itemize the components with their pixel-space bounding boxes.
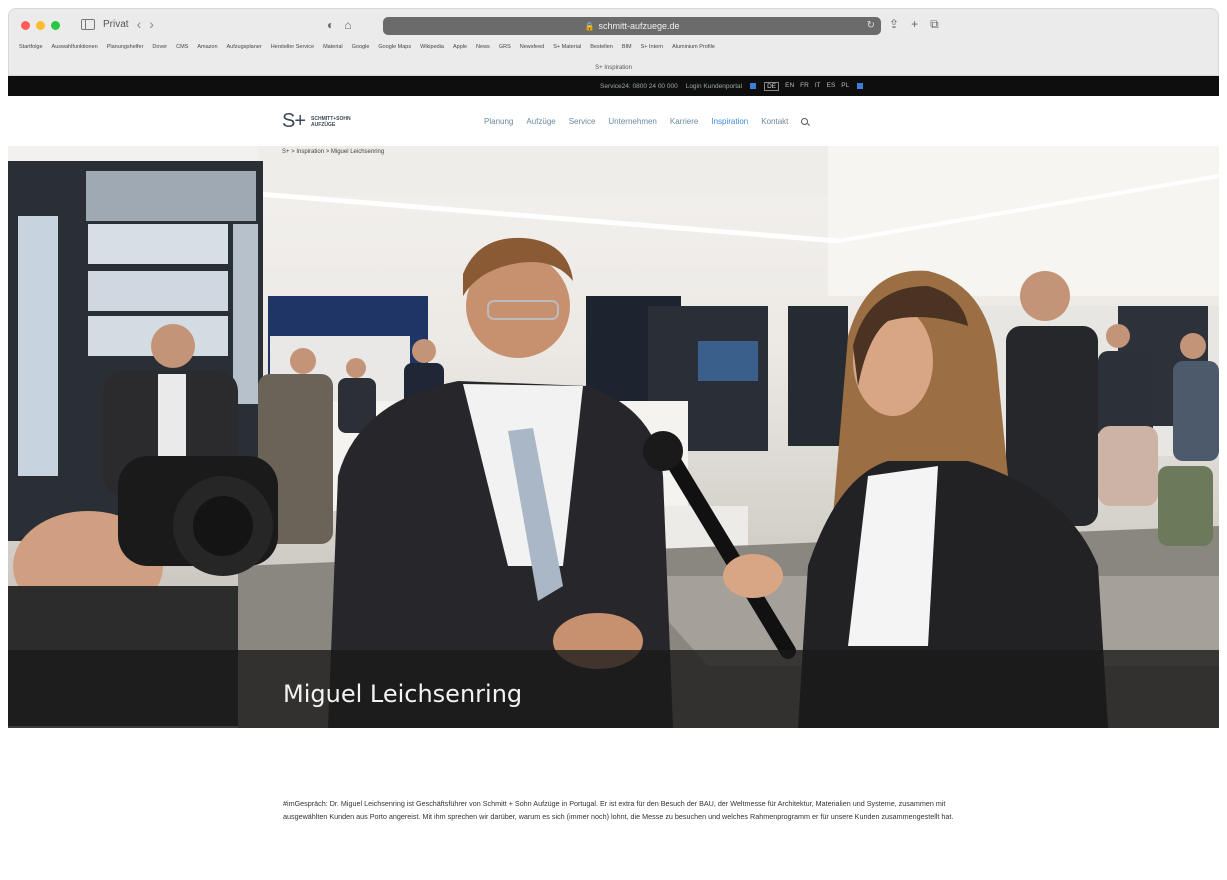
login-link[interactable]: Login Kundenportal bbox=[686, 83, 742, 90]
bookmark-item[interactable]: Hersteller Service bbox=[271, 44, 314, 50]
address-bar[interactable]: 🔒 schmitt-aufzuege.de ↻ bbox=[383, 17, 881, 35]
bookmark-item[interactable]: Aufzugsplaner bbox=[227, 44, 262, 50]
lock-icon: 🔒 bbox=[584, 21, 595, 31]
hero-photo bbox=[8, 146, 1219, 728]
language-fr[interactable]: FR bbox=[800, 82, 809, 91]
reload-icon[interactable]: ↻ bbox=[867, 20, 875, 31]
breadcrumb[interactable]: S+ > Inspiration > Miguel Leichsenring bbox=[282, 149, 384, 155]
back-icon[interactable]: ‹ bbox=[137, 17, 142, 31]
toolbar-right: ⇪ + ⧉ bbox=[889, 17, 939, 32]
language-en[interactable]: EN bbox=[785, 82, 794, 91]
forward-icon[interactable]: › bbox=[149, 17, 154, 31]
language-de[interactable]: DE bbox=[764, 81, 780, 91]
nav-item-unternehmen[interactable]: Unternehmen bbox=[608, 117, 656, 126]
toolbar-left: Privat ‹ › bbox=[81, 17, 154, 31]
bookmarks-subtitle[interactable]: S+ Inspiration bbox=[9, 65, 1218, 71]
login-icon bbox=[750, 83, 757, 89]
hero-image: S+ > Inspiration > Miguel Leichsenring M… bbox=[8, 146, 1219, 728]
language-pl[interactable]: PL bbox=[841, 82, 849, 91]
nav-item-service[interactable]: Service bbox=[569, 117, 596, 126]
bookmark-item[interactable]: CMS bbox=[176, 44, 188, 50]
intro-paragraph: #imGespräch: Dr. Miguel Leichsenring ist… bbox=[283, 799, 954, 821]
bookmark-item[interactable]: Material bbox=[323, 44, 343, 50]
bookmark-item[interactable]: Aluminium Profile bbox=[672, 44, 715, 50]
nav-item-karriere[interactable]: Karriere bbox=[670, 117, 698, 126]
bookmark-item[interactable]: Auswahlfunktionen bbox=[52, 44, 98, 50]
browser-window-chrome: Privat ‹ › ◐ ⌂ 🔒 schmitt-aufzuege.de ↻ ⇪… bbox=[8, 8, 1219, 76]
close-window-button[interactable] bbox=[21, 21, 30, 30]
bookmark-item[interactable]: Wikipedia bbox=[420, 44, 444, 50]
logo-line-2: AUFZÜGE bbox=[311, 121, 336, 128]
toolbar-mid: ◐ ⌂ bbox=[327, 18, 352, 32]
bookmark-item[interactable]: S+ Material bbox=[553, 44, 581, 50]
logo-line-1: SCHMITT+SOHN bbox=[311, 115, 351, 122]
logo[interactable]: S+ SCHMITT+SOHN AUFZÜGE bbox=[282, 110, 351, 133]
bookmark-item[interactable]: Dover bbox=[152, 44, 167, 50]
nav-item-kontakt[interactable]: Kontakt bbox=[761, 117, 788, 126]
bookmark-item[interactable]: Google bbox=[352, 44, 370, 50]
sidebar-toggle-icon[interactable] bbox=[81, 18, 95, 30]
service-bar: Service24: 0800 24 00 000 Login Kundenpo… bbox=[8, 76, 1219, 96]
bookmark-item[interactable]: Amazon bbox=[197, 44, 217, 50]
nav-item-aufzge[interactable]: Aufzüge bbox=[526, 117, 555, 126]
new-tab-icon[interactable]: + bbox=[911, 17, 918, 32]
bookmark-item[interactable]: GRS bbox=[499, 44, 511, 50]
privacy-report-icon[interactable]: ◐ bbox=[327, 18, 334, 32]
logo-mark: S+ bbox=[282, 110, 306, 132]
bookmark-item[interactable]: Google Maps bbox=[378, 44, 411, 50]
tab-overview-icon[interactable]: ⧉ bbox=[930, 17, 939, 32]
minimize-window-button[interactable] bbox=[36, 21, 45, 30]
bookmark-item[interactable]: News bbox=[476, 44, 490, 50]
nav-item-planung[interactable]: Planung bbox=[484, 117, 513, 126]
social-icon[interactable] bbox=[857, 83, 864, 89]
tab-group-label[interactable]: Privat bbox=[103, 19, 129, 30]
bookmark-item[interactable]: S+ Intern bbox=[641, 44, 663, 50]
language-it[interactable]: IT bbox=[815, 82, 821, 91]
share-icon[interactable]: ⇪ bbox=[889, 17, 899, 32]
address-bar-url: schmitt-aufzuege.de bbox=[598, 21, 680, 31]
search-icon[interactable] bbox=[801, 118, 809, 125]
page-title: Miguel Leichsenring bbox=[283, 680, 523, 708]
bookmark-item[interactable]: Startfolge bbox=[19, 44, 43, 50]
bookmark-item[interactable]: BIM bbox=[622, 44, 632, 50]
window-controls bbox=[21, 21, 60, 30]
site-header: S+ SCHMITT+SOHN AUFZÜGE Planung Aufzüge Se… bbox=[8, 96, 1219, 146]
service-hotline[interactable]: Service24: 0800 24 00 000 bbox=[600, 83, 678, 90]
bookmarks-bar: Startfolge Auswahlfunktionen Planungshelfe… bbox=[19, 44, 1212, 50]
language-es[interactable]: ES bbox=[827, 82, 836, 91]
bookmark-item[interactable]: Planungshelfer bbox=[107, 44, 144, 50]
bookmark-item[interactable]: Bestellen bbox=[590, 44, 613, 50]
bookmark-item[interactable]: Newsfeed bbox=[520, 44, 544, 50]
language-switcher: DE EN FR IT ES PL bbox=[764, 81, 849, 91]
main-navigation: Planung Aufzüge Service Unternehmen Karriere… bbox=[484, 117, 809, 126]
maximize-window-button[interactable] bbox=[51, 21, 60, 30]
nav-item-inspiration[interactable]: Inspiration bbox=[711, 117, 748, 126]
logo-wordmark: SCHMITT+SOHN AUFZÜGE bbox=[311, 116, 351, 128]
shield-icon[interactable]: ⌂ bbox=[344, 18, 351, 32]
hero-title-overlay bbox=[8, 650, 1219, 728]
bookmark-item[interactable]: Apple bbox=[453, 44, 467, 50]
